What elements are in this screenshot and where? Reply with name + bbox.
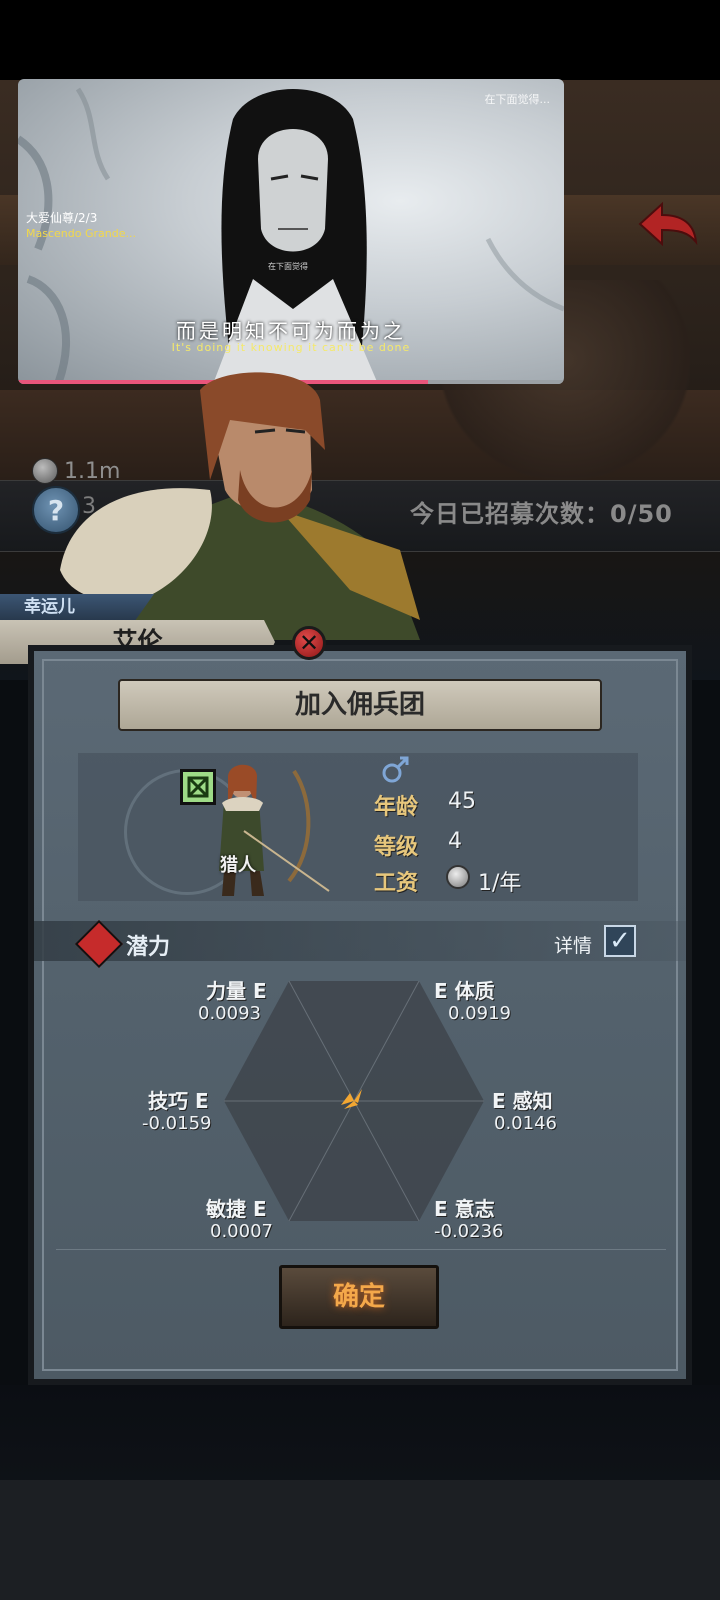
confirm-button[interactable]: 确定 xyxy=(279,1265,439,1329)
close-icon[interactable]: ✕ xyxy=(292,626,326,660)
attr-strength-label: 力量 E xyxy=(206,979,267,1003)
daily-recruit-count: 今日已招募次数：0/50 xyxy=(410,500,673,528)
stat-level-value: 4 xyxy=(448,829,462,854)
subtitle-english: It's doing it knowing it can't be done xyxy=(171,341,411,354)
video-series-title: 大爱仙尊/2/3 xyxy=(26,211,98,225)
male-gender-icon xyxy=(382,756,409,783)
attr-strength-value: 0.0093 xyxy=(198,1003,261,1024)
panel-header: 加入佣兵团 xyxy=(118,679,602,731)
stat-wage-label: 工资 xyxy=(374,871,419,896)
attr-willpower-value: -0.0236 xyxy=(434,1221,504,1242)
divider xyxy=(56,1249,666,1250)
status-bar xyxy=(0,0,720,80)
attr-constitution-label: E 体质 xyxy=(434,979,495,1003)
attr-perception-value: 0.0146 xyxy=(494,1113,557,1134)
stat-age-value: 45 xyxy=(448,789,476,814)
detail-checkbox[interactable]: ✓ xyxy=(604,925,636,957)
stat-level-label: 等级 xyxy=(374,835,419,860)
back-arrow-icon[interactable] xyxy=(636,200,700,248)
class-badge-icon xyxy=(180,769,216,805)
video-series-subtitle: Mascendo Grande... xyxy=(26,227,136,240)
stat-wage-value: 1/年 xyxy=(478,871,522,896)
navigation-bar xyxy=(0,1480,720,1600)
attr-perception-label: E 感知 xyxy=(492,1089,553,1113)
attr-willpower-label: E 意志 xyxy=(434,1197,495,1221)
video-small-caption: 在下面觉得 xyxy=(268,262,308,271)
recruit-panel: 加入佣兵团 猎人 年龄 45 等级 4 工资 1/年 潜力 详情 ✓ 力量 E … xyxy=(28,645,692,1385)
detail-label: 详情 xyxy=(554,935,593,957)
attr-constitution-value: 0.0919 xyxy=(448,1003,511,1024)
attribute-hexagon-chart xyxy=(224,981,484,1221)
character-title: 幸运儿 xyxy=(0,594,154,620)
attr-skill-label: 技巧 E xyxy=(148,1089,209,1113)
video-corner-text: 在下面觉得... xyxy=(484,93,551,106)
attr-agility-label: 敏捷 E xyxy=(206,1197,267,1221)
subtitle-chinese: 而是明知不可为而为之 xyxy=(176,319,406,343)
attr-agility-value: 0.0007 xyxy=(210,1221,273,1242)
stat-age-label: 年龄 xyxy=(374,795,419,820)
attr-skill-value: -0.0159 xyxy=(142,1113,212,1134)
silver-coin-icon xyxy=(446,865,470,889)
video-overlay[interactable]: 在下面觉得... 大爱仙尊/2/3 Mascendo Grande... 在下面… xyxy=(18,79,564,384)
class-label: 猎人 xyxy=(220,855,256,876)
potential-label: 潜力 xyxy=(126,935,171,960)
